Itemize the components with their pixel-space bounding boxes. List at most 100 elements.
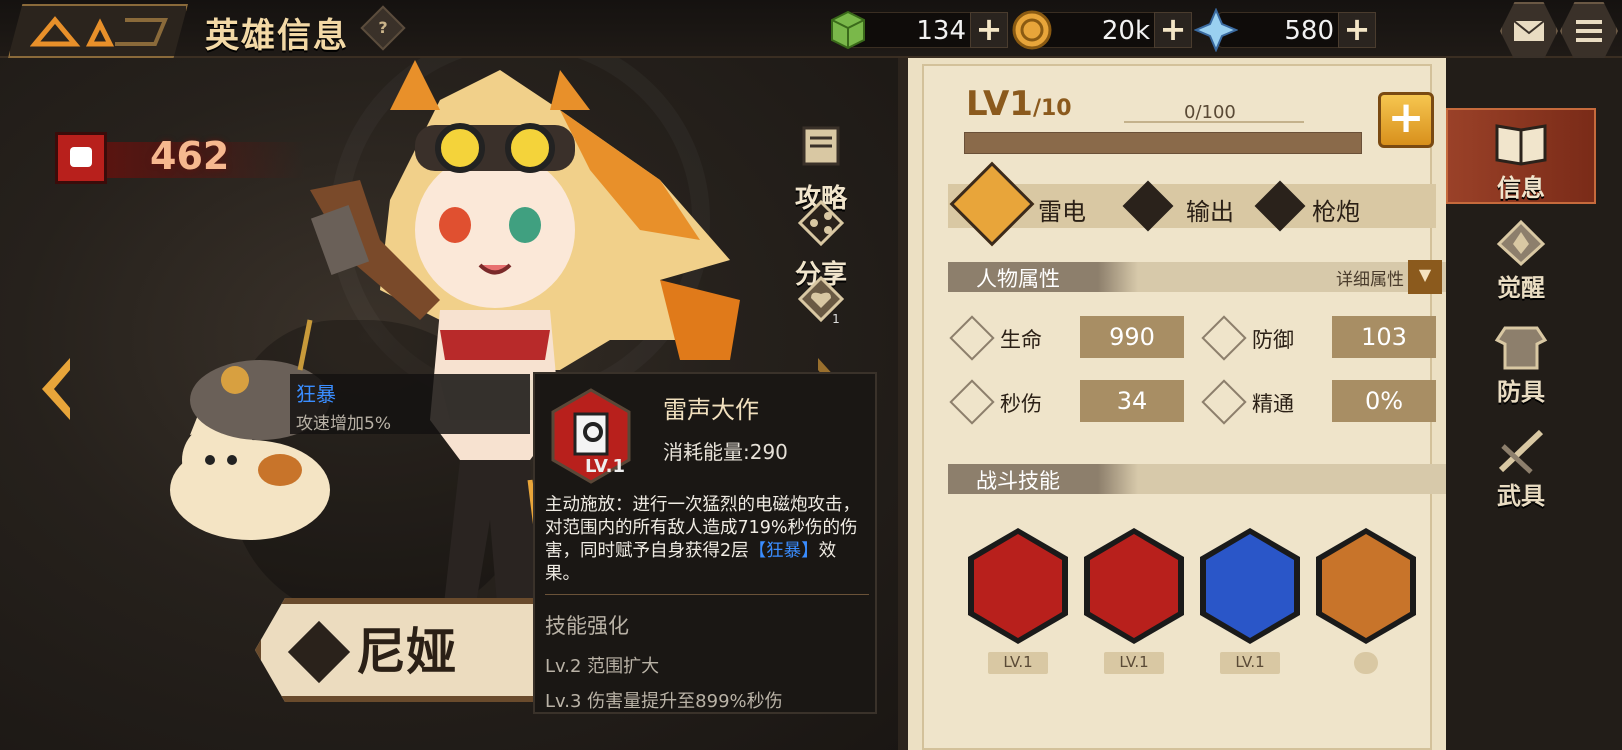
combat-skills-header: 战斗技能 <box>948 464 1448 494</box>
axe-skill-icon <box>1316 528 1416 644</box>
resource-value: 134 <box>916 16 966 46</box>
stat-value: 990 <box>1080 316 1184 358</box>
add-gold-button[interactable]: + <box>1154 12 1192 48</box>
paw-lightning-skill-icon <box>1200 528 1300 644</box>
stat-label: 精通 <box>1252 392 1294 416</box>
skill-desc-highlight: 【狂暴】 <box>748 541 819 561</box>
add-crystal-button[interactable]: + <box>1338 12 1376 48</box>
tag-label: 枪炮 <box>1312 198 1360 226</box>
hero-tabs: 信息 觉醒 防具 武具 <box>1446 58 1622 750</box>
resource-value: 20k <box>1101 16 1150 46</box>
output-icon <box>1122 180 1174 232</box>
stat-value: 0% <box>1332 380 1436 422</box>
stat-value: 34 <box>1080 380 1184 422</box>
menu-button[interactable] <box>1560 2 1618 60</box>
hero-class-icon <box>287 620 351 684</box>
skill-slot[interactable] <box>1314 528 1418 678</box>
stat-label: 秒伤 <box>1000 392 1042 416</box>
mail-button[interactable] <box>1500 2 1558 60</box>
skill-tooltip: LV.1 雷声大作 消耗能量:290 主动施放：进行一次猛烈的电磁炮攻击，对范围… <box>533 372 877 714</box>
skill-level: LV.1 <box>988 652 1048 674</box>
divider <box>545 594 869 595</box>
power-value: 462 <box>150 134 230 178</box>
skill-upgrade-item: Lv.3 伤害量提升至899%秒伤 <box>545 691 783 712</box>
share-icon <box>797 199 845 247</box>
add-stamina-button[interactable]: + <box>970 12 1008 48</box>
book-icon <box>1495 124 1547 166</box>
resource-value: 580 <box>1284 16 1334 46</box>
combat-skills-list: LV.1 LV.1 LV.1 <box>966 528 1436 678</box>
heart-affection-icon <box>797 275 845 323</box>
tab-weapon[interactable]: 武具 <box>1446 418 1596 514</box>
mastery-icon <box>1201 379 1247 425</box>
resource-gold: 20k + <box>1010 8 1200 50</box>
tag-label: 输出 <box>1186 198 1234 226</box>
game-logo <box>8 4 188 58</box>
tab-label: 觉醒 <box>1497 274 1545 302</box>
tab-info[interactable]: 信息 <box>1446 108 1596 204</box>
page-title: 英雄信息 <box>205 16 349 56</box>
list-menu-icon <box>1576 20 1602 42</box>
info-panel: LV1/10 0/100 + 雷电 输出 枪炮 人物属性 详细属性 ▼ 生命 9… <box>898 58 1448 750</box>
hero-level: LV1/10 <box>966 84 1072 124</box>
tab-label: 武具 <box>1497 482 1545 510</box>
weapon-icon <box>1498 429 1544 474</box>
skill-level: LV.1 <box>1220 652 1280 674</box>
help-button[interactable]: ? <box>360 5 406 51</box>
skill-description: 主动施放：进行一次猛烈的电磁炮攻击，对范围内的所有敌人造成719%秒伤的伤害，同… <box>545 494 869 586</box>
shield-icon <box>1201 315 1247 361</box>
exp-text: 0/100 <box>1184 102 1236 123</box>
hero-name: 尼娅 <box>356 623 456 681</box>
tab-awaken[interactable]: 觉醒 <box>1446 210 1596 306</box>
lightning-icon <box>949 161 1035 247</box>
tab-label: 防具 <box>1497 378 1545 406</box>
stat-dps: 秒伤 34 <box>949 379 1190 425</box>
claw-skill-icon <box>1084 528 1184 644</box>
detail-attributes-link[interactable]: 详细属性 <box>1336 265 1404 290</box>
gun-icon <box>1254 180 1306 232</box>
level-up-button[interactable]: + <box>1378 92 1434 148</box>
resource-crystal: 580 + <box>1194 8 1384 52</box>
tag-gun: 枪炮 <box>1254 180 1402 232</box>
mail-icon <box>1513 20 1545 41</box>
skill-slot[interactable]: LV.1 <box>1082 528 1186 674</box>
guide-book-icon <box>802 126 840 166</box>
heart-icon <box>949 315 995 361</box>
armor-icon <box>1494 326 1548 370</box>
tab-armor[interactable]: 防具 <box>1446 314 1596 410</box>
level-max: /10 <box>1032 96 1072 121</box>
tag-output: 输出 <box>1122 180 1260 232</box>
skill-level: LV.1 <box>1104 652 1164 674</box>
tab-label: 信息 <box>1497 174 1545 202</box>
affection-button[interactable]: 1 <box>776 272 866 326</box>
tag-label: 雷电 <box>1038 198 1086 226</box>
level-current: LV1 <box>966 84 1033 124</box>
logo-icon <box>30 16 168 47</box>
dps-icon <box>949 379 995 425</box>
railgun-skill-icon <box>968 528 1068 644</box>
help-icon: ? <box>378 18 388 37</box>
info-panel-inner: LV1/10 0/100 + 雷电 输出 枪炮 人物属性 详细属性 ▼ 生命 9… <box>922 64 1448 750</box>
top-bar: 英雄信息 ? 134 + 20k + 580 + <box>0 0 1622 60</box>
exp-bar <box>964 132 1362 154</box>
skill-slot[interactable]: LV.1 <box>966 528 1070 674</box>
stat-value: 103 <box>1332 316 1436 358</box>
stat-label: 生命 <box>1000 328 1042 352</box>
fist-icon <box>55 132 107 184</box>
stat-hp: 生命 990 <box>949 315 1190 361</box>
buff-name: 狂暴 <box>296 382 336 406</box>
skill-energy-cost: 消耗能量:290 <box>663 440 788 464</box>
hero-tags: 雷电 输出 枪炮 <box>948 161 1436 247</box>
skill-slot[interactable]: LV.1 <box>1198 528 1302 674</box>
chevron-down-icon[interactable]: ▼ <box>1408 260 1442 294</box>
resource-stamina: 134 + <box>826 8 1016 50</box>
awaken-icon <box>1496 219 1546 267</box>
attributes-title: 人物属性 <box>976 267 1060 291</box>
stat-defense: 防御 103 <box>1201 315 1442 361</box>
skill-level <box>1354 652 1378 674</box>
stat-mastery: 精通 0% <box>1201 379 1442 425</box>
combat-skills-title: 战斗技能 <box>976 469 1060 493</box>
skill-title: 雷声大作 <box>663 396 759 424</box>
previous-hero-arrow-icon[interactable] <box>36 354 76 424</box>
buff-description: 攻速增加5% <box>296 414 391 434</box>
